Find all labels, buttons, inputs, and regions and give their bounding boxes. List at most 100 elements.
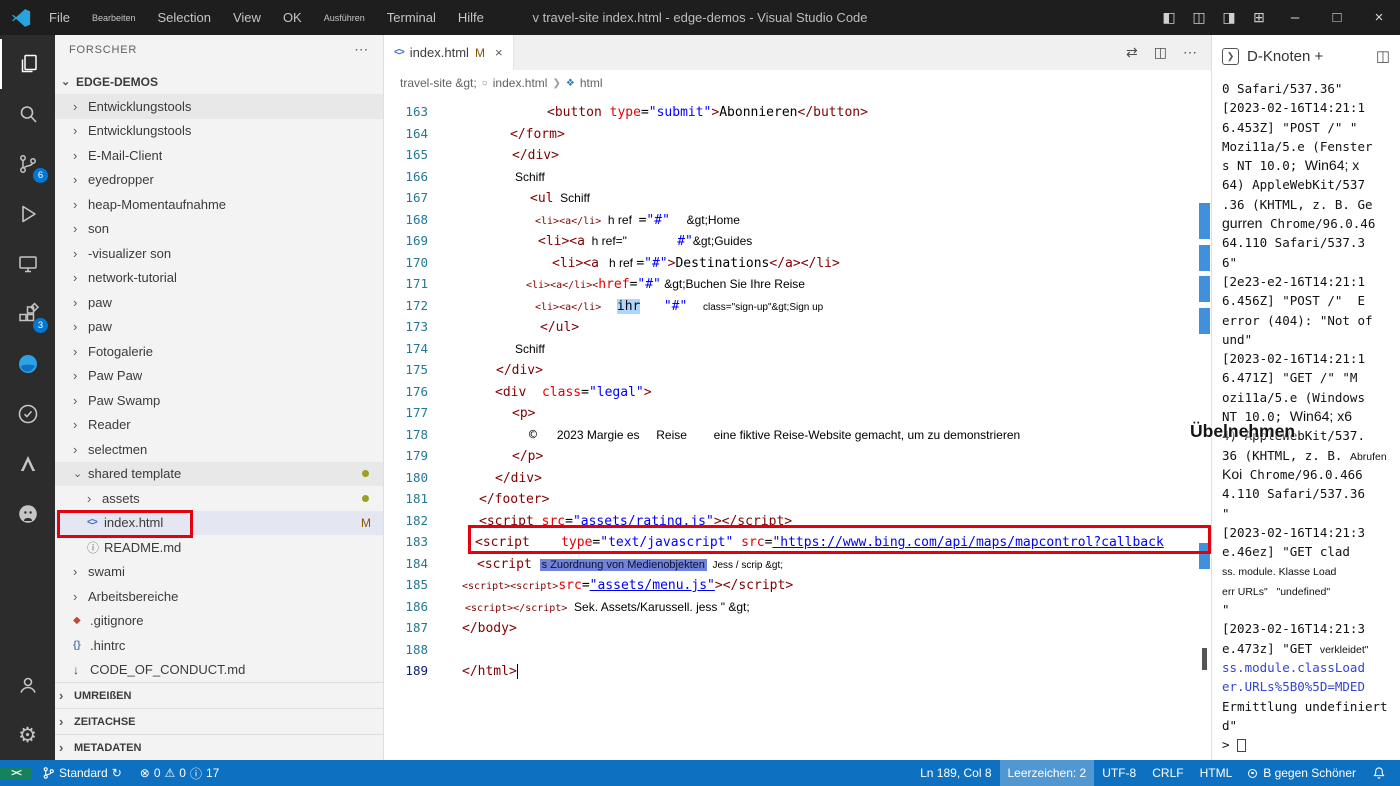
code-line-180[interactable]: 180 </div> [384, 467, 1211, 489]
code-editor[interactable]: 163 <button type="submit">Abonnieren</but… [384, 96, 1211, 760]
breadcrumb-item-travel-site-gt[interactable]: travel-site &gt; [400, 76, 477, 90]
menu-terminal[interactable]: Terminal [378, 6, 445, 29]
source-control-icon[interactable]: 6 [0, 139, 55, 189]
section-zeitachse[interactable]: › ZEITACHSE [55, 708, 383, 734]
tree-item-eyedropper[interactable]: › eyedropper [55, 168, 383, 193]
tree-item-shared-template[interactable]: ⌄ shared template [55, 461, 383, 486]
code-line-182[interactable]: 182 <script src="assets/rating.js"></scri… [384, 510, 1211, 532]
tree-item-network-tutorial[interactable]: › network-tutorial [55, 266, 383, 291]
maximize-button[interactable]: □ [1316, 0, 1358, 35]
tree-item-paw[interactable]: › paw [55, 315, 383, 340]
code-line-173[interactable]: 173 </ul> [384, 316, 1211, 338]
tree-root-edge-demos[interactable]: ⌄ EDGE-DEMOS [55, 70, 383, 95]
customize-layout-icon[interactable]: ⊞ [1244, 9, 1274, 26]
explorer-icon[interactable] [0, 39, 55, 89]
tree-item-hintrc[interactable]: {} .hintrc [55, 633, 383, 658]
tree-item-readme-md[interactable]: ⓘ README.md [55, 535, 383, 560]
split-editor-icon[interactable]: ◫ [1154, 44, 1167, 61]
section-umrei-en[interactable]: › UMREIßEN [55, 682, 383, 708]
extensions-icon[interactable]: 3 [0, 289, 55, 339]
code-line-167[interactable]: 167 <ul Schiff [384, 187, 1211, 209]
code-line-168[interactable]: 168 <li><a</li> h ref ="#" &gt;Home [384, 209, 1211, 231]
menu-bearbeiten[interactable]: Bearbeiten [83, 9, 145, 27]
status-leerzeichen-2[interactable]: Leerzeichen: 2 [999, 760, 1095, 786]
code-line-185[interactable]: 185 <script><script>src="assets/menu.js">… [384, 574, 1211, 596]
tree-item-index-html[interactable]: <> index.html M [55, 510, 383, 535]
testing-icon[interactable] [0, 389, 55, 439]
search-icon[interactable] [0, 89, 55, 139]
tree-item-paw-swamp[interactable]: › Paw Swamp [55, 388, 383, 413]
tree-item-visualizer-son[interactable]: › -visualizer son [55, 241, 383, 266]
code-line-176[interactable]: 176 <div class="legal"> [384, 381, 1211, 403]
settings-gear-icon[interactable]: ⚙ [0, 710, 55, 760]
tab-index-html[interactable]: <> index.html M × [384, 35, 514, 70]
remote-indicator[interactable]: >< [0, 767, 32, 779]
tree-item-selectmen[interactable]: › selectmen [55, 437, 383, 462]
tree-item-gitignore[interactable]: ◆ .gitignore [55, 609, 383, 634]
code-line-166[interactable]: 166 Schiff [384, 166, 1211, 188]
views-more-actions-icon[interactable]: ⋯ [354, 41, 369, 58]
code-line-181[interactable]: 181 </footer> [384, 488, 1211, 510]
tree-item-paw-paw[interactable]: › Paw Paw [55, 364, 383, 389]
tree-item-fotogalerie[interactable]: › Fotogalerie [55, 339, 383, 364]
status-utf-8[interactable]: UTF-8 [1094, 760, 1144, 786]
problems-status[interactable]: ⊗ 0 ⚠ 0 ⓘ 17 [132, 760, 228, 786]
code-line-187[interactable]: 187 </body> [384, 617, 1211, 639]
code-line-184[interactable]: 184 <script s Zuordnung von Medienobjekte… [384, 553, 1211, 575]
code-line-170[interactable]: 170 <li><a h ref ="#">Destinations</a></l… [384, 252, 1211, 274]
breadcrumb-item-index-html[interactable]: index.html [493, 76, 548, 90]
code-line-169[interactable]: 169 <li><a h ref=" #"&gt;Guides [384, 230, 1211, 252]
menu-file[interactable]: File [40, 6, 79, 29]
section-metadaten[interactable]: › METADATEN [55, 734, 383, 760]
tree-item-swami[interactable]: › swami [55, 560, 383, 585]
code-line-189[interactable]: 189 </html> [384, 660, 1211, 682]
menu-selection[interactable]: Selection [149, 6, 220, 29]
menu-hilfe[interactable]: Hilfe [449, 6, 493, 29]
toggle-panel-icon[interactable]: ◫ [1184, 9, 1214, 26]
menu-ok[interactable]: OK [274, 6, 311, 29]
code-line-172[interactable]: 172 <li><a</li> ihr "#" class="sign-up"&g… [384, 295, 1211, 317]
remote-explorer-icon[interactable] [0, 239, 55, 289]
notifications-bell-icon[interactable] [1364, 766, 1394, 780]
minimize-button[interactable]: – [1274, 0, 1316, 35]
code-line-188[interactable]: 188 [384, 639, 1211, 661]
close-button[interactable]: × [1358, 0, 1400, 35]
code-line-174[interactable]: 174 Schiff [384, 338, 1211, 360]
tree-item-code-of-conduct-md[interactable]: ↓ CODE_OF_CONDUCT.md [55, 658, 383, 683]
run-debug-icon[interactable] [0, 189, 55, 239]
code-line-178[interactable]: 178 © 2023 Margie es Reise eine fiktive R… [384, 424, 1211, 446]
tab-close-icon[interactable]: × [495, 45, 503, 60]
status-html[interactable]: HTML [1192, 760, 1241, 786]
code-line-177[interactable]: 177 <p> [384, 402, 1211, 424]
code-line-163[interactable]: 163 <button type="submit">Abonnieren</but… [384, 101, 1211, 123]
tree-item-heap-momentaufnahme[interactable]: › heap-Momentaufnahme [55, 192, 383, 217]
breadcrumb-item-html[interactable]: html [580, 76, 603, 90]
tree-item-entwicklungstools[interactable]: › Entwicklungstools [55, 94, 383, 119]
tree-item-son[interactable]: › son [55, 217, 383, 242]
tree-item-e-mail-client[interactable]: › E-Mail-Client [55, 143, 383, 168]
branch-status[interactable]: Standard ↻ [34, 760, 130, 786]
code-line-165[interactable]: 165 </div> [384, 144, 1211, 166]
edge-tools-icon[interactable] [0, 339, 55, 389]
code-line-171[interactable]: 171 <li><a</li><href="#" &gt;Buchen Sie I… [384, 273, 1211, 295]
tree-item-assets[interactable]: › assets [55, 486, 383, 511]
status-ln-189-col-8[interactable]: Ln 189, Col 8 [912, 760, 999, 786]
azure-icon[interactable] [0, 439, 55, 489]
toggle-secondary-sidebar-icon[interactable]: ◨ [1214, 9, 1244, 26]
status-crlf[interactable]: CRLF [1144, 760, 1191, 786]
tree-item-reader[interactable]: › Reader [55, 413, 383, 438]
menu-ausf-hren[interactable]: Ausführen [315, 9, 374, 27]
tree-item-arbeitsbereiche[interactable]: › Arbeitsbereiche [55, 584, 383, 609]
compare-changes-icon[interactable]: ⇄ [1126, 44, 1138, 61]
code-line-186[interactable]: 186 <script></script> Sek. Assets/Karusse… [384, 596, 1211, 618]
code-line-164[interactable]: 164 </form> [384, 123, 1211, 145]
status-b-gegen-sch-ner[interactable]: B gegen Schöner [1240, 760, 1364, 786]
code-line-183[interactable]: 183 <script type="text/javascript" src="h… [384, 531, 1211, 553]
github-icon[interactable] [0, 489, 55, 539]
code-line-179[interactable]: 179 </p> [384, 445, 1211, 467]
account-icon[interactable] [0, 660, 55, 710]
toggle-sidebar-icon[interactable]: ◧ [1154, 9, 1184, 26]
code-line-175[interactable]: 175 </div> [384, 359, 1211, 381]
tree-item-paw[interactable]: › paw [55, 290, 383, 315]
split-panel-icon[interactable]: ◫ [1376, 47, 1390, 65]
